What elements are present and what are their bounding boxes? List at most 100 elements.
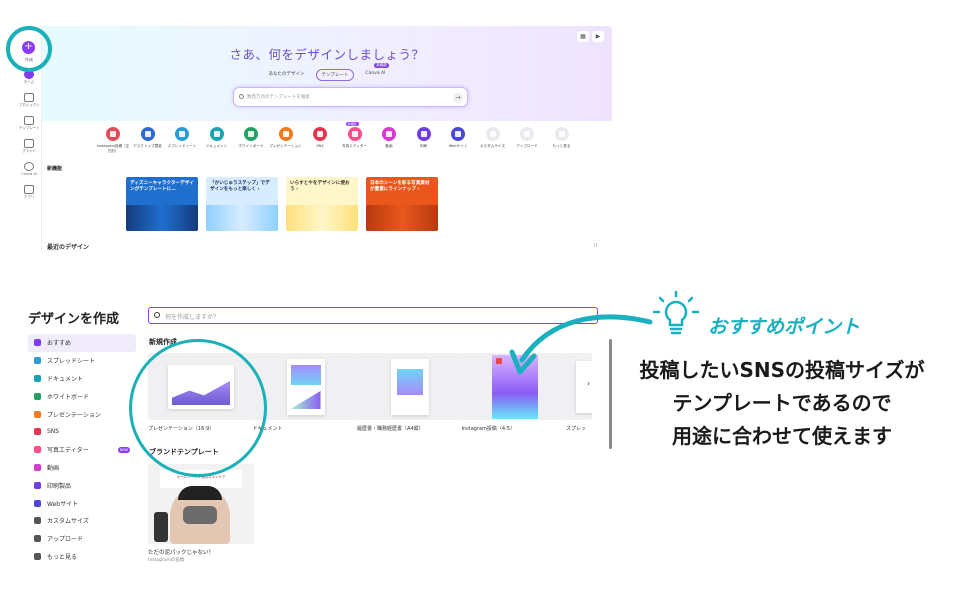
brand-icon xyxy=(24,139,34,148)
category-shortcut[interactable]: カスタムサイズ xyxy=(476,127,510,149)
category-icon xyxy=(382,127,396,141)
category-label: アップロード xyxy=(516,144,538,148)
feature-banner[interactable]: 「かいじゅうステップ」でデザインをもっと楽しく › xyxy=(206,177,278,231)
category-icon xyxy=(416,127,431,141)
brand-template-type: Instagramの投稿 xyxy=(148,558,185,563)
category-shortcut[interactable]: アップロード xyxy=(510,127,544,149)
category-menu: おすすめスプレッドシート ドキュメントホワイトボードプレゼンテーション SNS 写真エ… xyxy=(28,334,136,565)
submit-arrow-icon[interactable]: → xyxy=(453,93,463,103)
menu-item[interactable]: もっと見る xyxy=(28,548,136,566)
product-jar xyxy=(154,512,168,542)
template-tile[interactable]: 履歴書・職務経歴書（A4縦） xyxy=(357,353,463,432)
category-label: デスクトップ壁紙 xyxy=(133,144,162,148)
sidebar-label: アプリ xyxy=(23,195,35,199)
menu-item-label: 動画 xyxy=(47,464,60,472)
tab-your-designs[interactable]: あなたのデザイン xyxy=(264,69,310,81)
category-shortcut[interactable]: Webサイト xyxy=(441,127,475,149)
category-label: プレゼンテーション xyxy=(269,144,302,148)
category-shortcut[interactable]: スプレッドシート xyxy=(165,127,199,149)
gift-icon[interactable]: ▦ xyxy=(577,31,589,42)
grid-view-icon[interactable]: ⁞⁞ xyxy=(594,243,597,249)
template-label: 履歴書・職務経歴書（A4縦） xyxy=(357,426,424,432)
menu-item[interactable]: プレゼンテーション xyxy=(28,405,136,423)
menu-item[interactable]: ホワイトボード xyxy=(28,387,136,405)
panel-title: デザインを作成 xyxy=(28,312,120,327)
brand-template-name: ただの泥パックじゃない！ xyxy=(148,550,215,556)
new-badge: NEW xyxy=(117,446,130,453)
chevron-right-icon[interactable]: › xyxy=(587,379,590,388)
category-shortcut[interactable]: Instagram投稿（正方形） xyxy=(96,127,130,153)
category-shortcut[interactable]: プレゼンテーション xyxy=(269,127,303,149)
menu-item-label: 印刷製品 xyxy=(47,482,72,490)
menu-item[interactable]: 写真エディター NEW xyxy=(28,441,136,459)
menu-item-label: おすすめ xyxy=(47,340,72,348)
category-label: 印刷 xyxy=(419,144,428,148)
banner-text: いらすとやをデザインに使おう › xyxy=(290,181,350,192)
menu-item-label: もっと見る xyxy=(47,553,78,561)
highlight-circle xyxy=(6,26,52,72)
sidebar-item-projects[interactable]: プロジェクト xyxy=(19,93,40,108)
menu-item-icon xyxy=(34,357,41,365)
sidebar-item-templates[interactable]: テンプレート xyxy=(19,116,40,131)
menu-item-icon xyxy=(34,428,41,436)
play-icon[interactable]: ▶ xyxy=(592,31,604,42)
sidebar-item-home[interactable]: ホーム xyxy=(19,70,39,85)
recent-designs-title: 最近のデザイン xyxy=(47,244,90,251)
menu-item-label: アップロード xyxy=(47,536,84,544)
menu-item-icon xyxy=(34,463,41,471)
menu-item[interactable]: スプレッドシート xyxy=(28,352,136,370)
feature-banner[interactable]: いらすとやをデザインに使おう › xyxy=(286,177,358,231)
highlight-circle xyxy=(129,339,267,477)
template-thumbnail xyxy=(252,353,359,420)
callout-line: 用途に合わせて使えます xyxy=(672,424,892,448)
menu-item[interactable]: カスタムサイズ xyxy=(28,512,136,530)
category-icon xyxy=(451,127,465,141)
category-icon xyxy=(554,127,569,141)
category-label: ドキュメント xyxy=(205,144,228,148)
sidebar-item-brand[interactable]: ブランド xyxy=(19,139,39,154)
category-shortcut[interactable]: 動画 xyxy=(372,127,406,149)
menu-item[interactable]: SNS xyxy=(28,423,136,441)
template-thumbnail xyxy=(357,353,463,420)
feature-banner[interactable]: 日本のシーンを彩る写真素材が豊富にラインナップ › xyxy=(366,177,438,231)
hero-title: さあ、何をデザインしましょう？ xyxy=(229,47,425,62)
category-shortcut[interactable]: デスクトップ壁紙 xyxy=(131,127,165,149)
menu-item[interactable]: Webサイト xyxy=(28,494,136,512)
category-shortcut[interactable]: ホワイトボード xyxy=(234,127,268,149)
category-shortcut[interactable]: ドキュメント xyxy=(200,127,234,149)
menu-item[interactable]: アップロード xyxy=(28,530,136,548)
banner-text: ディズニーキャラクターデザインがテンプレートに… xyxy=(130,181,194,192)
category-icon xyxy=(485,127,500,141)
category-shortcut[interactable]: SNS xyxy=(303,127,337,149)
tab-templates[interactable]: テンプレート xyxy=(315,69,355,81)
menu-item-label: スプレッドシート xyxy=(47,358,96,366)
category-icon xyxy=(313,127,327,141)
template-tile[interactable]: ドキュメント xyxy=(252,353,359,432)
category-label: Webサイト xyxy=(448,144,468,148)
sidebar-label: ホーム xyxy=(23,80,35,84)
feature-banner[interactable]: ディズニーキャラクターデザインがテンプレートに… xyxy=(126,177,198,231)
menu-item[interactable]: ドキュメント xyxy=(28,370,136,388)
menu-item[interactable]: おすすめ xyxy=(28,334,136,352)
menu-item[interactable]: 動画 xyxy=(28,459,136,477)
category-shortcut[interactable]: 新機能写真エディター xyxy=(338,122,372,149)
hero-top-icons: ▦ ▶ xyxy=(577,31,604,42)
category-label: 写真エディター xyxy=(342,144,367,148)
category-shortcut[interactable]: もっと見る xyxy=(545,127,579,149)
category-icon: 新機能 xyxy=(345,122,362,141)
category-shortcut[interactable]: 印刷 xyxy=(407,127,441,149)
menu-item-icon xyxy=(34,392,41,400)
sidebar-item-canva-ai[interactable]: Canva AI xyxy=(19,162,39,176)
sidebar-item-apps[interactable]: アプリ xyxy=(19,185,39,200)
callout-line: テンプレートであるので xyxy=(672,391,892,415)
new-badge: 新機能 xyxy=(345,122,359,126)
tab-canva-ai-label: Canva AI xyxy=(365,71,386,76)
category-icon xyxy=(106,127,120,141)
section-title: 新機能 xyxy=(47,166,63,172)
menu-item-label: ドキュメント xyxy=(47,375,84,383)
menu-item[interactable]: 印刷製品 xyxy=(28,476,136,494)
category-label: ホワイトボード xyxy=(238,144,264,148)
tab-canva-ai[interactable]: 新機能 Canva AI xyxy=(360,63,390,81)
hero-search-input[interactable]: 数百万点のテンプレートを検索 → xyxy=(233,87,468,107)
menu-item-label: プレゼンテーション xyxy=(47,411,101,419)
